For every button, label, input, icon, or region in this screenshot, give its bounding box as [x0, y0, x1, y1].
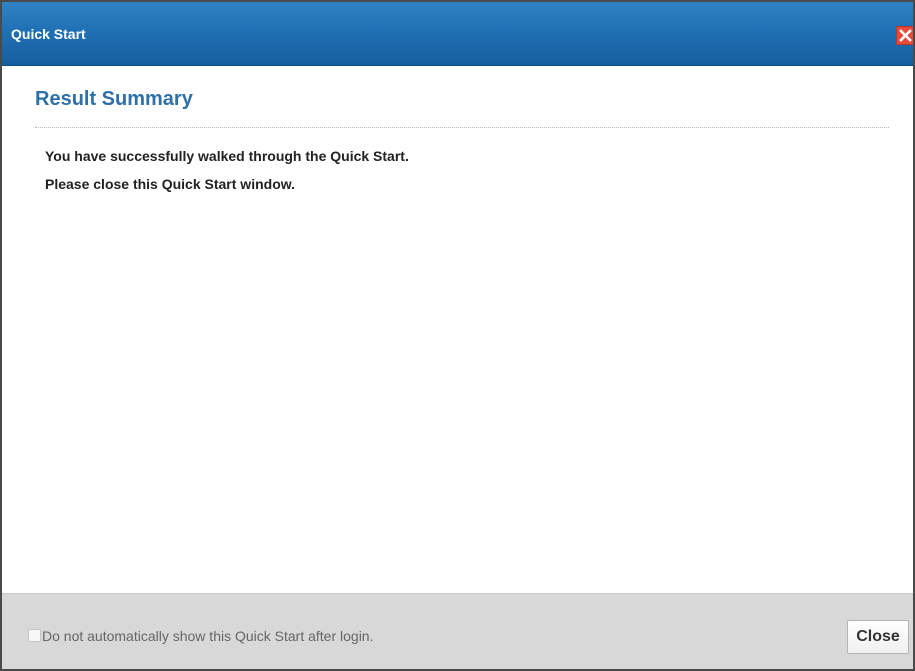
result-summary-title: Result Summary [35, 88, 193, 110]
auto-show-checkbox[interactable] [28, 629, 41, 642]
section-divider [35, 127, 889, 128]
auto-show-checkbox-label[interactable]: Do not automatically show this Quick Sta… [42, 628, 373, 645]
close-window-message: Please close this Quick Start window. [45, 176, 296, 192]
window-footer: Do not automatically show this Quick Sta… [2, 593, 913, 669]
main-content: Result Summary You have successfully wal… [2, 66, 913, 593]
window-title-bar: Quick Start [2, 2, 913, 66]
close-icon[interactable] [896, 26, 913, 45]
window-title: Quick Start [11, 26, 86, 42]
quick-start-window: Quick Start Result Summary You have succ… [0, 0, 915, 671]
close-button[interactable]: Close [847, 620, 909, 654]
success-message: You have successfully walked through the… [45, 148, 409, 164]
